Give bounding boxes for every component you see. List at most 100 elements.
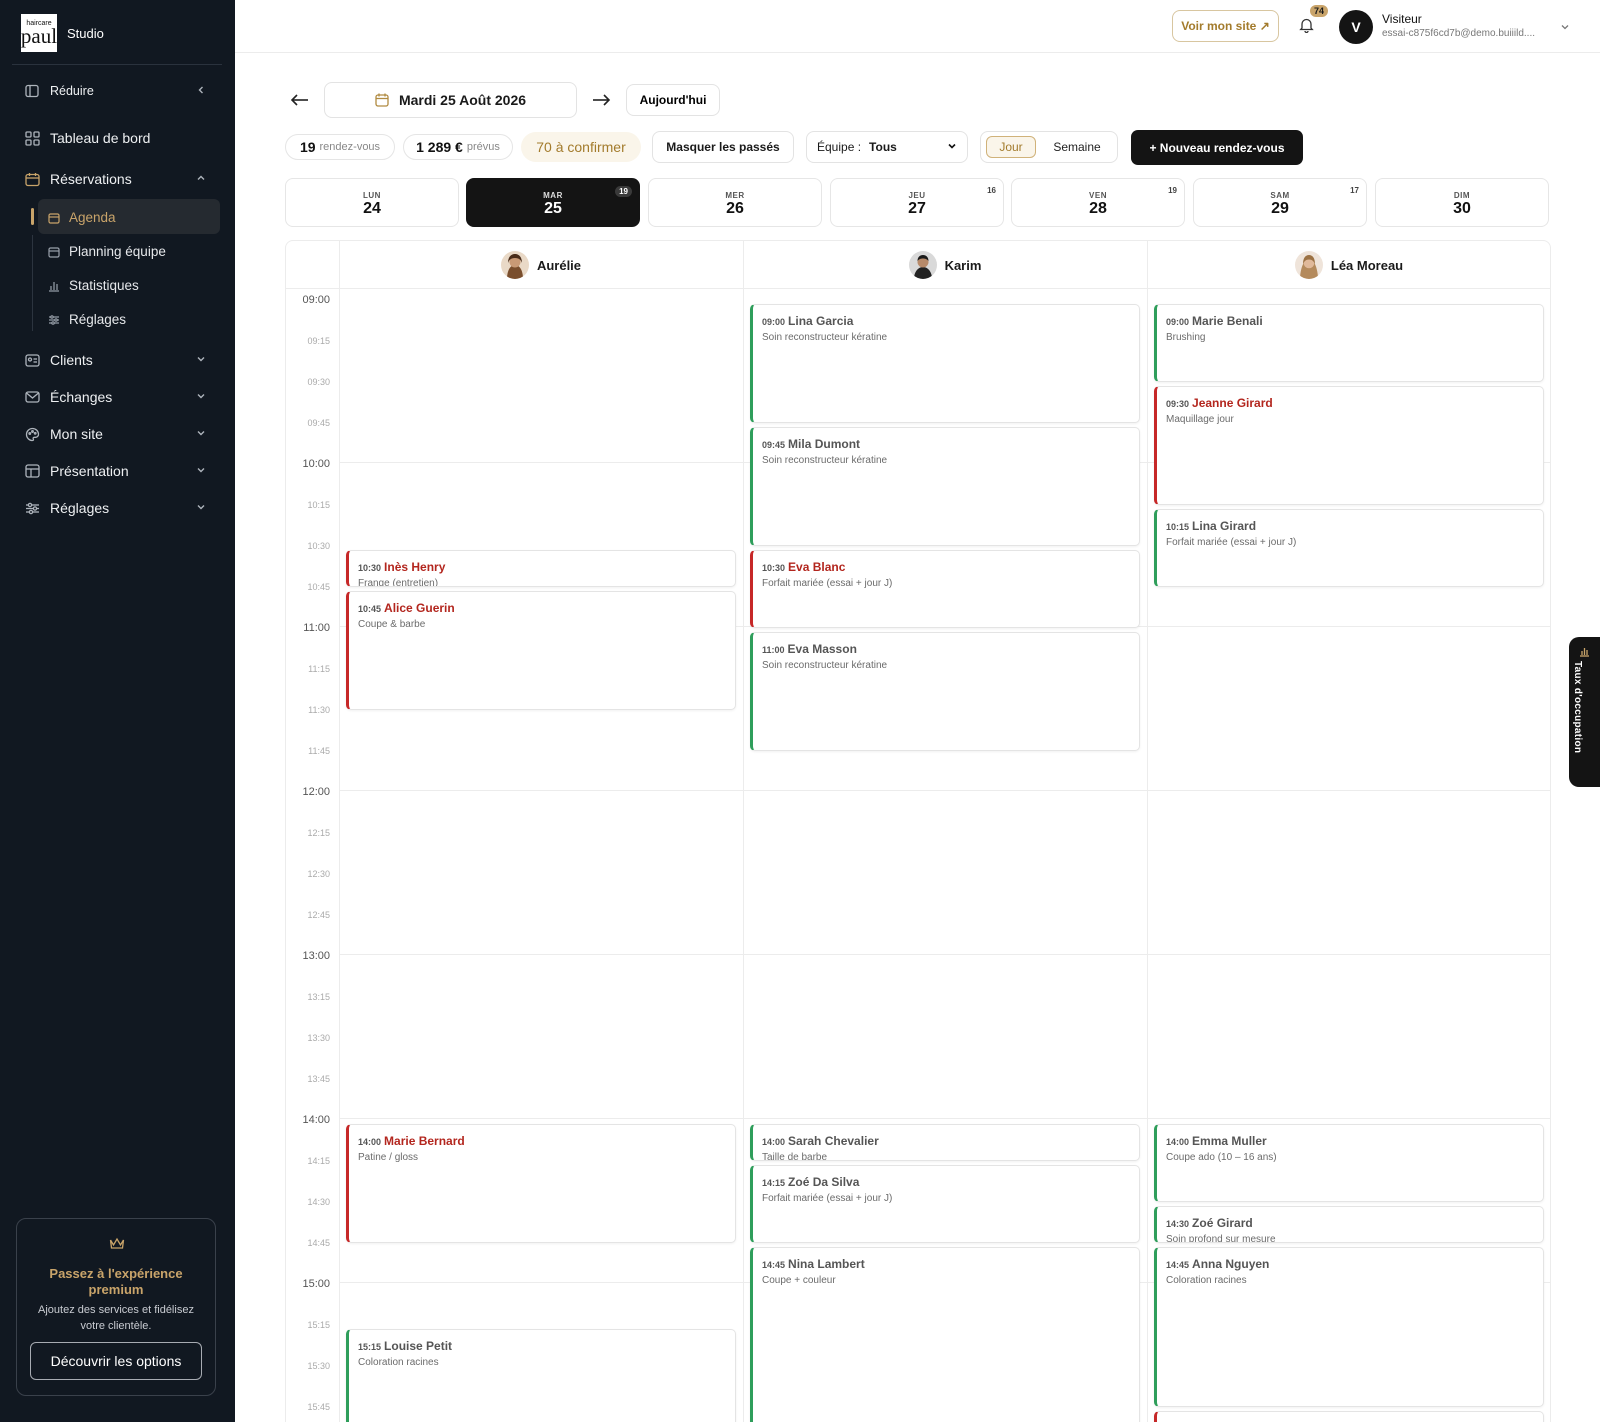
time-label: 10:00 — [302, 458, 330, 470]
brand-name: Studio — [67, 25, 104, 41]
client-name: Lina Girard — [1192, 519, 1257, 533]
appointment-card[interactable]: 10:45 Alice Guerin Coupe & barbe — [346, 591, 736, 710]
appointment-card[interactable]: 14:30 Zoé Girard Soin profond sur mesure — [1154, 1206, 1544, 1243]
appointment-header: 14:00 Emma Muller — [1166, 1132, 1534, 1150]
to-confirm-badge[interactable]: 70 à confirmer — [521, 132, 641, 162]
appointment-card[interactable]: 14:00 Sarah Chevalier Taille de barbe — [750, 1124, 1140, 1161]
appointment-card[interactable]: 11:00 Eva Masson Soin reconstructeur kérat… — [750, 632, 1140, 751]
sidebar-item-label: Planning équipe — [69, 244, 166, 259]
appointment-card[interactable]: 09:45 Mila Dumont Soin reconstructeur kéra… — [750, 427, 1140, 546]
time-label: 09:30 — [307, 377, 330, 387]
nav-presentation[interactable]: Présentation — [24, 463, 205, 479]
chevron-left-icon — [196, 85, 206, 95]
client-name: Alice Guerin — [384, 601, 455, 615]
day-tab[interactable]: LUN 24 — [285, 178, 459, 227]
nav-exchanges[interactable]: Échanges — [24, 389, 205, 405]
brand[interactable]: haircare paul Studio — [21, 14, 104, 52]
collapse-sidebar-button[interactable]: Réduire — [24, 83, 203, 99]
collapse-label: Réduire — [50, 84, 94, 98]
sidebar-item-booking-settings[interactable]: Réglages — [48, 312, 126, 327]
stat-value: 19 — [299, 139, 316, 155]
hide-past-button[interactable]: Masquer les passés — [652, 131, 794, 163]
appointment-card[interactable]: 15:45Lucie Lefebvre — [1154, 1411, 1544, 1422]
staff-avatar — [1294, 251, 1323, 279]
brand-logo: haircare paul — [21, 14, 57, 52]
appointment-time: 10:45 — [358, 604, 382, 614]
appointment-card[interactable]: 09:00 Marie Benali Brushing — [1154, 304, 1544, 382]
staff-column-header: Léa Moreau — [1147, 250, 1550, 280]
chevron-down-icon — [196, 354, 206, 364]
sidebar-item-team-planning[interactable]: Planning équipe — [48, 244, 166, 259]
chevron-down-icon — [196, 428, 206, 438]
appointment-card[interactable]: 10:15 Lina Girard Forfait mariée (essai + … — [1154, 509, 1544, 587]
chevron-up-icon — [196, 173, 206, 183]
team-select[interactable]: Équipe : Tous — [806, 131, 968, 163]
calendar-icon — [48, 246, 60, 258]
day-number: 25 — [544, 200, 562, 217]
view-day-button[interactable]: Jour — [986, 136, 1036, 158]
day-tab[interactable]: DIM 30 — [1375, 178, 1549, 227]
nav-dashboard[interactable]: Tableau de bord — [24, 130, 150, 146]
nav-exchanges-label: Échanges — [50, 389, 113, 405]
bell-icon[interactable] — [1299, 17, 1314, 33]
nav-reservations[interactable]: Réservations — [24, 171, 205, 187]
appointment-header: 09:00 Lina Garcia — [762, 312, 1130, 330]
top-bar: Voir mon site ↗ 74 V Visiteur essai-c875… — [235, 0, 1600, 53]
chevron-down-icon[interactable] — [1560, 22, 1570, 32]
appointment-card[interactable]: 14:00 Emma Muller Coupe ado (10 – 16 ans) — [1154, 1124, 1544, 1202]
appointment-card[interactable]: 14:15 Zoé Da Silva Forfait mariée (essai +… — [750, 1165, 1140, 1243]
day-tab[interactable]: MER 26 — [648, 178, 822, 227]
appointment-time: 10:15 — [1166, 522, 1190, 532]
appointment-card[interactable]: 15:15 Louise Petit Coloration racines — [346, 1329, 736, 1422]
appointment-card[interactable]: 10:30 Inès Henry Frange (entretien) — [346, 550, 736, 587]
nav-clients[interactable]: Clients — [24, 352, 205, 368]
appointment-card[interactable]: 14:45 Anna Nguyen Coloration racines — [1154, 1247, 1544, 1407]
nav-my-site-label: Mon site — [50, 426, 103, 442]
staff-avatar — [908, 251, 937, 279]
column-divider — [1147, 241, 1148, 1422]
nav-settings-label: Réglages — [50, 500, 110, 516]
today-button[interactable]: Aujourd'hui — [626, 84, 720, 116]
day-count-badge: 16 — [987, 186, 996, 195]
appointment-card[interactable]: 10:30 Eva Blanc Forfait mariée (essai + jo… — [750, 550, 1140, 628]
previous-day-arrow-icon[interactable] — [287, 86, 313, 114]
sidebar-item-label: Statistiques — [69, 278, 139, 293]
team-select-label: Équipe : — [817, 140, 862, 154]
appointment-header: 14:15 Zoé Da Silva — [762, 1173, 1130, 1191]
nav-my-site[interactable]: Mon site — [24, 426, 205, 442]
appointment-card[interactable]: 09:30 Jeanne Girard Maquillage jour — [1154, 386, 1544, 505]
appointment-card[interactable]: 14:00 Marie Bernard Patine / gloss — [346, 1124, 736, 1243]
appointment-card[interactable]: 09:00 Lina Garcia Soin reconstructeur kéra… — [750, 304, 1140, 423]
appointment-time: 09:45 — [762, 440, 786, 450]
nav-settings[interactable]: Réglages — [24, 500, 205, 516]
sidebar-item-label: Agenda — [69, 210, 116, 225]
appointment-header: 10:15 Lina Girard — [1166, 517, 1534, 535]
view-toggle: Jour Semaine — [980, 131, 1118, 163]
sidebar-item-statistics[interactable]: Statistiques — [48, 278, 139, 293]
user-name[interactable]: Visiteur — [1382, 12, 1422, 26]
service-name: Coloration racines — [358, 1357, 439, 1368]
day-tab[interactable]: SAM 29 17 — [1193, 178, 1367, 227]
staff-header-row: Aurélie Karim Léa Moreau — [286, 241, 1550, 289]
view-week-button[interactable]: Semaine — [1043, 136, 1111, 158]
day-tab[interactable]: VEN 28 19 — [1011, 178, 1185, 227]
occupancy-rate-tab[interactable]: Taux d'occupation — [1569, 637, 1600, 787]
appointment-time: 15:15 — [358, 1342, 382, 1352]
sidebar-item-agenda[interactable]: Agenda — [48, 210, 116, 225]
chevron-down-icon — [196, 502, 206, 512]
date-picker[interactable]: Mardi 25 Août 2026 — [324, 82, 577, 118]
discover-options-button[interactable]: Découvrir les options — [30, 1342, 202, 1380]
mail-icon — [24, 389, 40, 405]
appointment-card[interactable]: 14:45 Nina Lambert Coupe + couleur — [750, 1247, 1140, 1422]
sliders-icon — [24, 500, 40, 516]
day-tab-active[interactable]: MAR 25 19 — [466, 178, 640, 227]
day-name: VEN — [1089, 191, 1107, 200]
service-name: Taille de barbe — [762, 1152, 828, 1161]
client-name: Anna Nguyen — [1192, 1257, 1270, 1271]
new-appointment-button[interactable]: + Nouveau rendez-vous — [1131, 130, 1303, 165]
view-site-button[interactable]: Voir mon site ↗ — [1172, 10, 1279, 42]
next-day-arrow-icon[interactable] — [588, 86, 614, 114]
staff-name: Aurélie — [536, 257, 582, 273]
day-tab[interactable]: JEU 27 16 — [830, 178, 1004, 227]
user-avatar[interactable]: V — [1339, 10, 1373, 44]
